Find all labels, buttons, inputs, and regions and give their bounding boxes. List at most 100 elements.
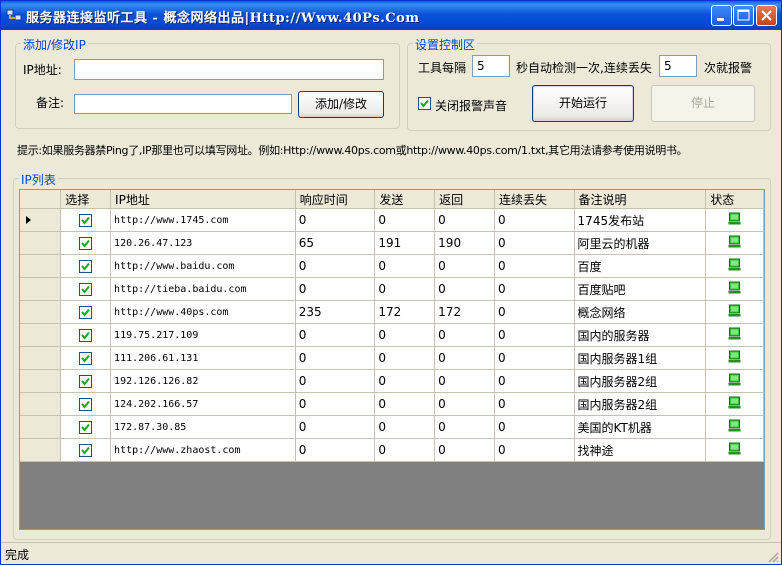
- row-select-checkbox[interactable]: [79, 214, 93, 227]
- table-row[interactable]: 119.75.217.109 0 0 0 0 国内的服务器: [20, 323, 764, 347]
- sent-cell[interactable]: 0: [374, 323, 436, 347]
- add-modify-button[interactable]: 添加/修改: [298, 91, 384, 118]
- table-row[interactable]: http://www.zhaost.com 0 0 0 0 找神途: [20, 438, 764, 462]
- status-cell[interactable]: [705, 369, 764, 393]
- status-cell[interactable]: [705, 300, 764, 324]
- ip-input[interactable]: [74, 59, 384, 80]
- select-cell[interactable]: [60, 254, 112, 278]
- row-header[interactable]: [20, 208, 62, 232]
- row-select-checkbox[interactable]: [79, 375, 93, 388]
- ip-cell[interactable]: 192.126.126.82: [110, 369, 296, 393]
- table-row[interactable]: 192.126.126.82 0 0 0 0 国内服务器2组: [20, 369, 764, 393]
- returned-cell[interactable]: 0: [434, 415, 495, 439]
- table-row[interactable]: http://www.baidu.com 0 0 0 0 百度: [20, 254, 764, 278]
- lost-cell[interactable]: 0: [494, 415, 575, 439]
- select-cell[interactable]: [60, 323, 112, 347]
- sent-cell[interactable]: 0: [374, 438, 436, 462]
- select-cell[interactable]: [60, 208, 112, 232]
- row-header[interactable]: [20, 438, 62, 462]
- sent-cell[interactable]: 191: [374, 231, 436, 255]
- column-header-lost[interactable]: 连续丢失: [494, 190, 575, 209]
- sent-cell[interactable]: 0: [374, 392, 436, 416]
- table-row[interactable]: 172.87.30.85 0 0 0 0 美国的KT机器: [20, 415, 764, 439]
- note-cell[interactable]: 阿里云的机器: [574, 231, 707, 255]
- stop-button[interactable]: 停止: [651, 85, 755, 122]
- column-header-ip[interactable]: IP地址: [110, 190, 296, 209]
- note-cell[interactable]: 美国的KT机器: [574, 415, 707, 439]
- returned-cell[interactable]: 0: [434, 346, 495, 370]
- sent-cell[interactable]: 0: [374, 208, 436, 232]
- ip-cell[interactable]: http://www.baidu.com: [110, 254, 296, 278]
- start-button[interactable]: 开始运行: [532, 85, 634, 122]
- response-cell[interactable]: 0: [295, 415, 376, 439]
- response-cell[interactable]: 0: [295, 323, 376, 347]
- note-cell[interactable]: 国内的服务器: [574, 323, 707, 347]
- row-select-checkbox[interactable]: [79, 352, 93, 365]
- title-bar[interactable]: 服务器连接监听工具 - 概念网络出品|Http://Www.40Ps.Com: [1, 1, 781, 30]
- note-cell[interactable]: 概念网络: [574, 300, 707, 324]
- ip-cell[interactable]: 124.202.166.57: [110, 392, 296, 416]
- sent-cell[interactable]: 0: [374, 346, 436, 370]
- note-cell[interactable]: 国内服务器2组: [574, 392, 707, 416]
- returned-cell[interactable]: 0: [434, 438, 495, 462]
- response-cell[interactable]: 0: [295, 277, 376, 301]
- status-cell[interactable]: [705, 323, 764, 347]
- ip-cell[interactable]: http://www.1745.com: [110, 208, 296, 232]
- ip-cell[interactable]: 119.75.217.109: [110, 323, 296, 347]
- maximize-button[interactable]: [733, 5, 754, 26]
- response-cell[interactable]: 0: [295, 254, 376, 278]
- response-cell[interactable]: 0: [295, 392, 376, 416]
- row-header[interactable]: [20, 254, 62, 278]
- returned-cell[interactable]: 0: [434, 208, 495, 232]
- table-row[interactable]: http://www.40ps.com 235 172 172 0 概念网络: [20, 300, 764, 324]
- row-select-checkbox[interactable]: [79, 306, 93, 319]
- row-select-checkbox[interactable]: [79, 444, 93, 457]
- response-cell[interactable]: 0: [295, 346, 376, 370]
- returned-cell[interactable]: 190: [434, 231, 495, 255]
- note-cell[interactable]: 百度贴吧: [574, 277, 707, 301]
- sent-cell[interactable]: 172: [374, 300, 436, 324]
- lost-cell[interactable]: 0: [494, 323, 575, 347]
- status-cell[interactable]: [705, 277, 764, 301]
- ip-cell[interactable]: http://tieba.baidu.com: [110, 277, 296, 301]
- status-cell[interactable]: [705, 254, 764, 278]
- table-row[interactable]: 120.26.47.123 65 191 190 0 阿里云的机器: [20, 231, 764, 255]
- table-row[interactable]: http://tieba.baidu.com 0 0 0 0 百度贴吧: [20, 277, 764, 301]
- returned-cell[interactable]: 0: [434, 254, 495, 278]
- column-header-response[interactable]: 响应时间: [295, 190, 376, 209]
- row-header[interactable]: [20, 323, 62, 347]
- note-cell[interactable]: 1745发布站: [574, 208, 707, 232]
- returned-cell[interactable]: 0: [434, 392, 495, 416]
- sent-cell[interactable]: 0: [374, 254, 436, 278]
- mute-alarm-checkbox[interactable]: [418, 97, 431, 110]
- column-header-note[interactable]: 备注说明: [574, 190, 707, 209]
- lost-cell[interactable]: 0: [494, 208, 575, 232]
- response-cell[interactable]: 0: [295, 208, 376, 232]
- row-select-checkbox[interactable]: [79, 260, 93, 273]
- response-cell[interactable]: 65: [295, 231, 376, 255]
- lost-cell[interactable]: 0: [494, 346, 575, 370]
- column-header-select[interactable]: 选择: [60, 190, 112, 209]
- returned-cell[interactable]: 0: [434, 277, 495, 301]
- response-cell[interactable]: 0: [295, 369, 376, 393]
- ip-cell[interactable]: 120.26.47.123: [110, 231, 296, 255]
- select-cell[interactable]: [60, 346, 112, 370]
- loss-count-input[interactable]: [659, 55, 697, 77]
- lost-cell[interactable]: 0: [494, 254, 575, 278]
- column-header-returned[interactable]: 返回: [434, 190, 495, 209]
- row-select-checkbox[interactable]: [79, 329, 93, 342]
- row-select-checkbox[interactable]: [79, 237, 93, 250]
- interval-input[interactable]: [472, 55, 510, 77]
- ip-cell[interactable]: http://www.zhaost.com: [110, 438, 296, 462]
- column-header-sent[interactable]: 发送: [374, 190, 436, 209]
- select-cell[interactable]: [60, 277, 112, 301]
- ip-cell[interactable]: http://www.40ps.com: [110, 300, 296, 324]
- row-select-checkbox[interactable]: [79, 398, 93, 411]
- lost-cell[interactable]: 0: [494, 300, 575, 324]
- select-cell[interactable]: [60, 300, 112, 324]
- response-cell[interactable]: 0: [295, 438, 376, 462]
- row-header[interactable]: [20, 369, 62, 393]
- select-cell[interactable]: [60, 415, 112, 439]
- select-cell[interactable]: [60, 438, 112, 462]
- lost-cell[interactable]: 0: [494, 438, 575, 462]
